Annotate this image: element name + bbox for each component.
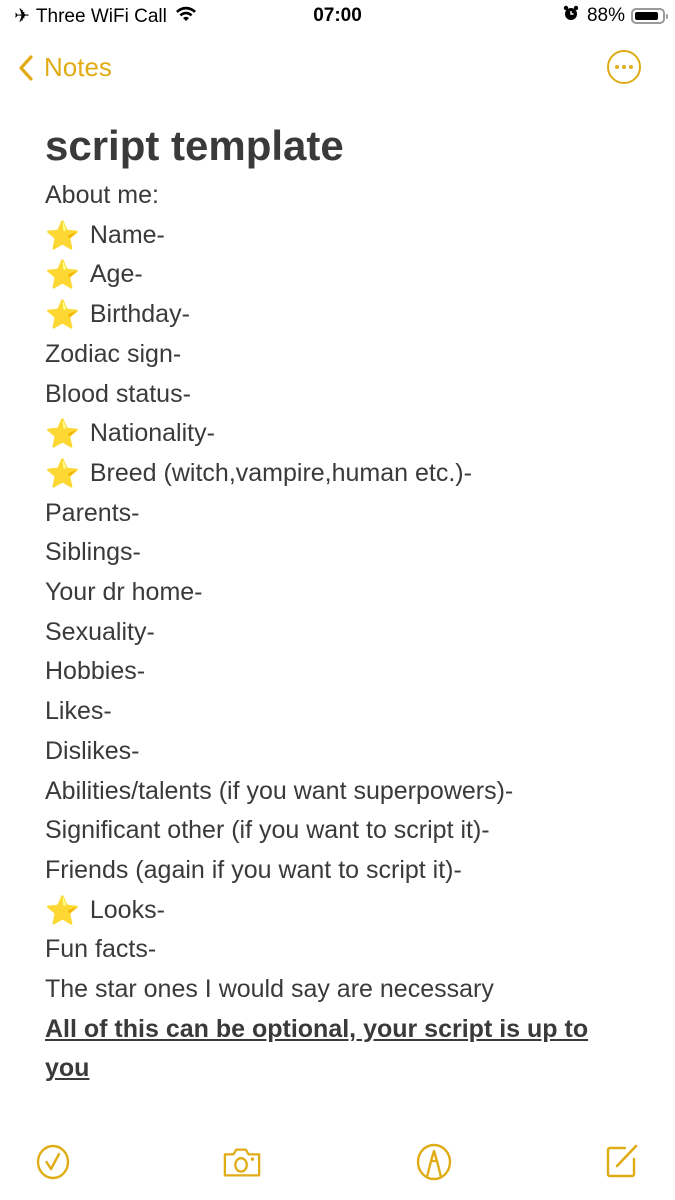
- note-line[interactable]: Your dr home-: [45, 573, 645, 613]
- camera-icon: [223, 1148, 261, 1177]
- note-line-text: Dislikes-: [45, 736, 140, 765]
- battery-fill: [635, 12, 658, 20]
- note-line-text: Looks-: [89, 895, 165, 924]
- camera-button[interactable]: [222, 1142, 262, 1182]
- note-emphasis[interactable]: All of this can be optional, your script…: [45, 1010, 635, 1089]
- note-line[interactable]: About me:: [45, 176, 645, 216]
- star-icon: ⭐: [45, 298, 80, 330]
- more-dot: [615, 65, 619, 69]
- more-options-button[interactable]: [607, 50, 641, 84]
- note-line[interactable]: Sexuality-: [45, 613, 645, 653]
- note-line-text: Age-: [89, 260, 143, 289]
- note-line-text: Hobbies-: [45, 657, 146, 686]
- chevron-left-icon: [19, 54, 33, 81]
- note-lines: About me: ⭐ Name- ⭐ Age- ⭐ Birthday- Zodiac sig…: [45, 176, 645, 1010]
- note-line-text: Friends (again if you want to script it)…: [45, 855, 462, 884]
- note-line-text: Parents-: [45, 498, 140, 527]
- note-line[interactable]: The star ones I would say are necessary: [45, 970, 645, 1010]
- back-label: Notes: [44, 52, 112, 82]
- back-button[interactable]: Notes: [18, 52, 112, 83]
- note-line[interactable]: Parents-: [45, 494, 645, 534]
- status-right: 88%: [563, 5, 668, 27]
- status-bar: ✈ Three WiFi Call 07:00 88%: [0, 0, 675, 36]
- compose-button[interactable]: [602, 1142, 642, 1182]
- note-line-text: The star ones I would say are necessary: [45, 975, 494, 1004]
- star-icon: ⭐: [45, 259, 80, 291]
- note-line[interactable]: Siblings-: [45, 533, 645, 573]
- note-line-text: Breed (witch,vampire,human etc.)-: [89, 458, 472, 487]
- battery-percent: 88%: [586, 5, 625, 26]
- note-line-text: Abilities/talents (if you want superpowe…: [45, 776, 514, 805]
- note-line-text: Name-: [89, 220, 165, 249]
- battery-icon: [631, 8, 668, 24]
- checklist-icon: [36, 1144, 70, 1180]
- note-line[interactable]: Zodiac sign-: [45, 335, 645, 375]
- note-line-text: Nationality-: [89, 419, 215, 448]
- note-line-text: Likes-: [45, 697, 112, 726]
- more-dot: [622, 65, 626, 69]
- more-dot: [629, 65, 633, 69]
- note-line-text: Significant other (if you want to script…: [45, 816, 490, 845]
- note-line[interactable]: Likes-: [45, 692, 645, 732]
- note-line-text: Birthday-: [89, 300, 190, 329]
- note-line[interactable]: ⭐ Age-: [45, 255, 645, 295]
- note-line[interactable]: Friends (again if you want to script it)…: [45, 851, 645, 891]
- note-body[interactable]: script template About me: ⭐ Name- ⭐ Age- ⭐ Bir…: [45, 118, 645, 1089]
- note-line[interactable]: Blood status-: [45, 375, 645, 415]
- compose-icon: [606, 1144, 638, 1178]
- note-line[interactable]: ⭐ Nationality-: [45, 414, 645, 454]
- checklist-button[interactable]: [33, 1142, 73, 1182]
- star-icon: ⭐: [45, 418, 80, 450]
- bottom-toolbar: [0, 1120, 675, 1200]
- star-icon: ⭐: [45, 894, 80, 926]
- note-line-text: Siblings-: [45, 538, 141, 567]
- note-line[interactable]: Dislikes-: [45, 732, 645, 772]
- alarm-icon: [563, 5, 579, 27]
- note-line-text: Your dr home-: [45, 578, 203, 607]
- note-line-text: Blood status-: [45, 379, 191, 408]
- note-line-text: About me:: [45, 181, 159, 209]
- note-line[interactable]: Fun facts-: [45, 930, 645, 970]
- note-line-text: Sexuality-: [45, 617, 155, 646]
- star-icon: ⭐: [45, 457, 80, 489]
- note-line-text: Fun facts-: [45, 935, 157, 964]
- note-line[interactable]: Hobbies-: [45, 652, 645, 692]
- note-line-text: Zodiac sign-: [45, 339, 182, 368]
- note-line[interactable]: Abilities/talents (if you want superpowe…: [45, 772, 645, 812]
- note-line[interactable]: ⭐ Birthday-: [45, 295, 645, 335]
- note-title[interactable]: script template: [45, 118, 645, 174]
- navigation-bar: Notes: [0, 44, 675, 96]
- note-line[interactable]: ⭐ Breed (witch,vampire,human etc.)-: [45, 454, 645, 494]
- note-line[interactable]: ⭐ Looks-: [45, 891, 645, 931]
- note-line[interactable]: Significant other (if you want to script…: [45, 811, 645, 851]
- note-line[interactable]: ⭐ Name-: [45, 216, 645, 256]
- pen-tip-icon: [416, 1143, 452, 1181]
- markup-button[interactable]: [414, 1142, 454, 1182]
- star-icon: ⭐: [45, 219, 80, 251]
